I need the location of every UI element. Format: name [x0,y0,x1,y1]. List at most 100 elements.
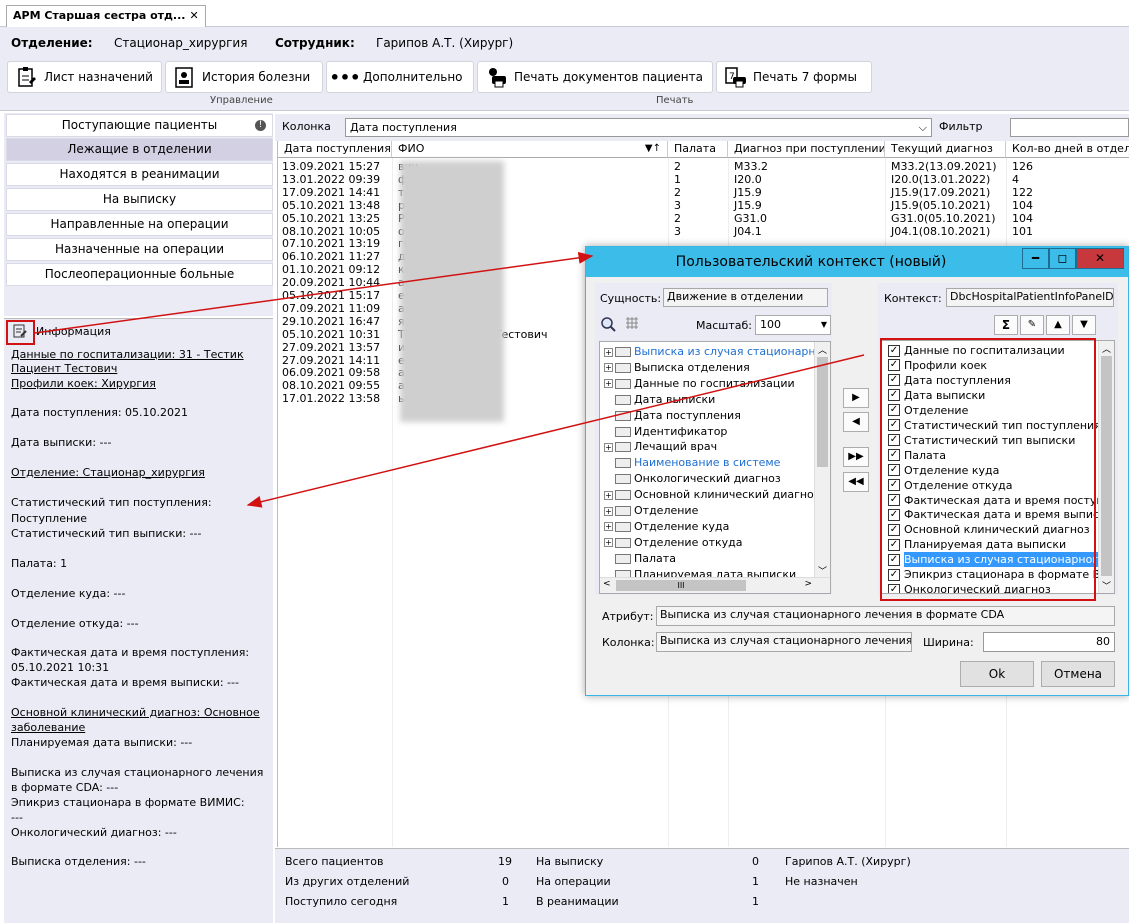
scale-select[interactable]: 100 ▼ [755,315,831,335]
column-name-field[interactable]: Выписка из случая стационарного лечения … [656,632,912,652]
expand-icon[interactable]: + [604,363,613,373]
expand-icon[interactable]: + [604,442,613,452]
edit-button[interactable]: ✎ [1020,315,1044,335]
grid-cell[interactable]: 05.10.2021 10:31 [282,328,380,341]
grid-cell[interactable]: 08.10.2021 10:05 [282,225,380,238]
grid-view-icon[interactable] [625,316,639,330]
tree-item[interactable]: +Идентификатор [604,424,727,440]
tree-item[interactable]: + Отделение [604,503,698,519]
grid-cell[interactable]: J04.1(08.10.2021) [891,225,990,238]
grid-cell[interactable]: 2 [674,186,681,199]
width-field[interactable]: 80 [983,632,1115,652]
grid-cell[interactable]: 3 [674,225,681,238]
grid-cell[interactable]: 2 [674,160,681,173]
more-button[interactable]: ••• Дополнительно [326,61,474,93]
info-line[interactable]: Профили коек: Хирургия [11,377,156,390]
grid-cell[interactable]: 05.10.2021 13:48 [282,199,380,212]
remove-selected-button[interactable]: ◀ [843,412,869,432]
grid-header-days[interactable]: Кол-во дней в отделении [1006,141,1129,158]
grid-cell[interactable]: 05.10.2021 13:25 [282,212,380,225]
tree-scroll-thumb[interactable] [817,357,828,467]
list-scroll-thumb[interactable] [1101,356,1112,576]
expand-icon[interactable]: + [604,379,613,389]
grid-cell[interactable]: 20.09.2021 10:44 [282,276,380,289]
scroll-down-icon[interactable]: ﹀ [818,564,827,577]
sidebar-item-admitted[interactable]: Лежащие в отделении [6,138,273,161]
tree-hscroll-thumb[interactable]: III [616,580,746,591]
tab-arm[interactable]: АРМ Старшая сестра отд... ✕ [6,5,206,27]
grid-cell[interactable]: 05.10.2021 15:17 [282,289,380,302]
tree-vscrollbar[interactable]: ︿ ﹀ [814,342,830,578]
grid-cell[interactable]: 07.09.2021 11:09 [282,302,380,315]
grid-cell[interactable]: 1 [674,173,681,186]
grid-cell[interactable]: J15.9(17.09.2021) [891,186,990,199]
grid-cell[interactable]: 13.01.2022 09:39 [282,173,380,186]
grid-cell[interactable]: 13.09.2021 15:27 [282,160,380,173]
attribute-tree[interactable]: + Выписка из случая стационарного ле + Выпи… [599,341,831,594]
tree-item[interactable]: + Отделение откуда [604,535,742,551]
grid-cell[interactable]: 07.10.2021 13:19 [282,237,380,250]
move-down-button[interactable]: ▼ [1072,315,1096,335]
sidebar-item-scheduled-ops[interactable]: Назначенные на операции [6,238,273,261]
sidebar-item-postop[interactable]: Послеоперационные больные [6,263,273,286]
grid-cell[interactable]: J15.9 [734,199,762,212]
tree-item[interactable]: +Дата выписки [604,392,715,408]
tree-item[interactable]: + Данные по госпитализации [604,376,795,392]
expand-icon[interactable]: + [604,347,613,357]
grid-header-ward[interactable]: Палата [668,141,728,158]
grid-cell[interactable]: 17.09.2021 14:41 [282,186,380,199]
tree-item[interactable]: + Выписка отделения [604,360,750,376]
entity-field[interactable]: Движение в отделении [663,288,828,307]
sidebar-item-icu[interactable]: Находятся в реанимации [6,163,273,186]
add-all-button[interactable]: ▶▶ [843,447,869,467]
sidebar-item-incoming[interactable]: Поступающие пациенты ! [6,114,273,137]
sum-button[interactable]: Σ [994,315,1018,335]
scroll-up-icon[interactable]: ︿ [1102,342,1111,355]
sidebar-item-referred-ops[interactable]: Направленные на операции [6,213,273,236]
expand-icon[interactable]: + [604,490,613,500]
tree-item[interactable]: +Палата [604,551,676,567]
grid-cell[interactable]: 2 [674,212,681,225]
grid-cell[interactable]: J04.1 [734,225,762,238]
add-selected-button[interactable]: ▶ [843,388,869,408]
grid-cell[interactable]: J15.9(05.10.2021) [891,199,990,212]
tree-item[interactable]: + Основной клинический диагноз [604,487,820,503]
info-line[interactable]: Данные по госпитализации: 31 - Тестик [11,348,244,361]
window-close-button[interactable]: ✕ [1076,248,1124,269]
grid-header-admit-dx[interactable]: Диагноз при поступлении [728,141,885,158]
attribute-field[interactable]: Выписка из случая стационарного лечения … [656,606,1115,626]
close-icon[interactable]: ✕ [189,9,198,22]
expand-icon[interactable]: + [604,538,613,548]
grid-cell[interactable]: 104 [1012,212,1033,225]
grid-cell[interactable]: M33.2 [734,160,768,173]
grid-cell[interactable]: 29.10.2021 16:47 [282,315,380,328]
tree-item[interactable]: +Онкологический диагноз [604,471,781,487]
grid-cell[interactable]: 17.01.2022 13:58 [282,392,380,405]
grid-cell[interactable]: G31.0 [734,212,767,225]
grid-cell[interactable]: 06.10.2021 11:27 [282,250,380,263]
info-line[interactable]: Основной клинический диагноз: Основное [11,706,260,719]
sidebar-item-discharge[interactable]: На выписку [6,188,273,211]
filter-input[interactable] [1010,118,1129,137]
grid-cell[interactable]: 01.10.2021 09:12 [282,263,380,276]
tree-item[interactable]: + Выписка из случая стационарного ле [604,344,830,360]
grid-header-date[interactable]: Дата поступления [278,141,392,158]
ok-button[interactable]: Ok [960,661,1034,687]
tree-hscrollbar[interactable]: < III > [600,577,830,593]
grid-cell[interactable]: M33.2(13.09.2021) [891,160,997,173]
maximize-button[interactable]: ◻ [1049,248,1076,269]
grid-header-fio[interactable]: ФИО ▼↑ [392,141,668,158]
info-line[interactable]: заболевание [11,721,85,734]
print-form7-button[interactable]: 7 Печать 7 формы [716,61,872,93]
context-field[interactable]: DbcHospitalPatientInfoPanelDivisi [946,288,1114,307]
expand-icon[interactable]: + [604,506,613,516]
grid-cell[interactable]: I20.0(13.01.2022) [891,173,990,186]
grid-cell[interactable]: 08.10.2021 09:55 [282,379,380,392]
cancel-button[interactable]: Отмена [1041,661,1115,687]
scroll-right-icon[interactable]: > [804,579,812,589]
scroll-down-icon[interactable]: ﹀ [1102,579,1111,592]
grid-cell[interactable]: 3 [674,199,681,212]
grid-cell[interactable]: 122 [1012,186,1033,199]
scroll-up-icon[interactable]: ︿ [818,343,827,356]
prescriptions-button[interactable]: Лист назначений [7,61,162,93]
